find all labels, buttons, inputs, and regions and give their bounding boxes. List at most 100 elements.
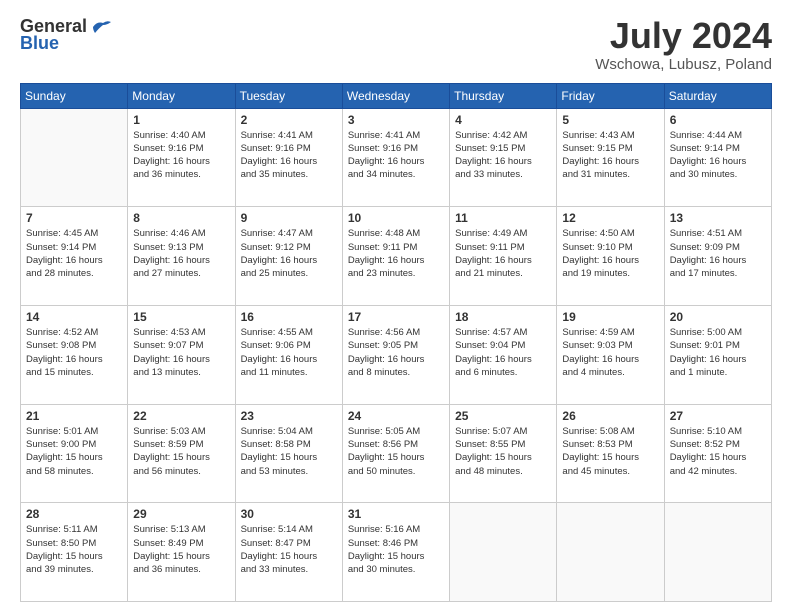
title-block: July 2024 Wschowa, Lubusz, Poland <box>595 16 772 73</box>
cell-info: Sunrise: 4:41 AM Sunset: 9:16 PM Dayligh… <box>348 129 444 182</box>
page: General Blue July 2024 Wschowa, Lubusz, … <box>0 0 792 612</box>
table-cell: 19 Sunrise: 4:59 AM Sunset: 9:03 PM Dayli… <box>557 305 664 404</box>
week-row-2: 7 Sunrise: 4:45 AM Sunset: 9:14 PM Daylig… <box>21 207 772 306</box>
table-cell: 16 Sunrise: 4:55 AM Sunset: 9:06 PM Dayli… <box>235 305 342 404</box>
table-cell: 7 Sunrise: 4:45 AM Sunset: 9:14 PM Daylig… <box>21 207 128 306</box>
table-cell: 25Sunrise: 5:07 AM Sunset: 8:55 PM Dayli… <box>450 404 557 503</box>
table-cell: 13Sunrise: 4:51 AM Sunset: 9:09 PM Dayli… <box>664 207 771 306</box>
table-cell: 6Sunrise: 4:44 AM Sunset: 9:14 PM Daylig… <box>664 108 771 207</box>
header-sunday: Sunday <box>21 83 128 108</box>
table-cell: 18 Sunrise: 4:57 AM Sunset: 9:04 PM Dayli… <box>450 305 557 404</box>
logo: General Blue <box>20 16 113 54</box>
header-wednesday: Wednesday <box>342 83 449 108</box>
calendar-table: Sunday Monday Tuesday Wednesday Thursday… <box>20 83 772 602</box>
cell-info: Sunrise: 4:49 AM Sunset: 9:11 PM Dayligh… <box>455 227 551 280</box>
header-tuesday: Tuesday <box>235 83 342 108</box>
week-row-1: 1 Sunrise: 4:40 AM Sunset: 9:16 PM Daylig… <box>21 108 772 207</box>
day-number: 15 <box>133 310 229 324</box>
day-number: 14 <box>26 310 122 324</box>
day-number: 19 <box>562 310 658 324</box>
table-cell: 22 Sunrise: 5:03 AM Sunset: 8:59 PM Dayli… <box>128 404 235 503</box>
day-number: 27 <box>670 409 766 423</box>
table-cell: 21 Sunrise: 5:01 AM Sunset: 9:00 PM Dayli… <box>21 404 128 503</box>
cell-info: Sunrise: 5:08 AM Sunset: 8:53 PM Dayligh… <box>562 425 658 478</box>
cell-info: Sunrise: 5:10 AM Sunset: 8:52 PM Dayligh… <box>670 425 766 478</box>
day-number: 20 <box>670 310 766 324</box>
table-cell: 29 Sunrise: 5:13 AM Sunset: 8:49 PM Dayli… <box>128 503 235 602</box>
table-cell: 24Sunrise: 5:05 AM Sunset: 8:56 PM Dayli… <box>342 404 449 503</box>
table-cell: 12 Sunrise: 4:50 AM Sunset: 9:10 PM Dayli… <box>557 207 664 306</box>
table-cell: 31Sunrise: 5:16 AM Sunset: 8:46 PM Dayli… <box>342 503 449 602</box>
header-monday: Monday <box>128 83 235 108</box>
table-cell: 9Sunrise: 4:47 AM Sunset: 9:12 PM Daylig… <box>235 207 342 306</box>
day-number: 21 <box>26 409 122 423</box>
cell-info: Sunrise: 4:50 AM Sunset: 9:10 PM Dayligh… <box>562 227 658 280</box>
cell-info: Sunrise: 5:14 AM Sunset: 8:47 PM Dayligh… <box>241 523 337 576</box>
cell-info: Sunrise: 5:11 AM Sunset: 8:50 PM Dayligh… <box>26 523 122 576</box>
header-saturday: Saturday <box>664 83 771 108</box>
cell-info: Sunrise: 4:40 AM Sunset: 9:16 PM Dayligh… <box>133 129 229 182</box>
day-number: 8 <box>133 211 229 225</box>
cell-info: Sunrise: 5:03 AM Sunset: 8:59 PM Dayligh… <box>133 425 229 478</box>
table-cell: 5 Sunrise: 4:43 AM Sunset: 9:15 PM Daylig… <box>557 108 664 207</box>
table-cell: 3 Sunrise: 4:41 AM Sunset: 9:16 PM Daylig… <box>342 108 449 207</box>
day-number: 3 <box>348 113 444 127</box>
day-number: 13 <box>670 211 766 225</box>
day-number: 5 <box>562 113 658 127</box>
cell-info: Sunrise: 4:46 AM Sunset: 9:13 PM Dayligh… <box>133 227 229 280</box>
cell-info: Sunrise: 5:01 AM Sunset: 9:00 PM Dayligh… <box>26 425 122 478</box>
table-cell: 14Sunrise: 4:52 AM Sunset: 9:08 PM Dayli… <box>21 305 128 404</box>
day-number: 9 <box>241 211 337 225</box>
cell-info: Sunrise: 4:53 AM Sunset: 9:07 PM Dayligh… <box>133 326 229 379</box>
cell-info: Sunrise: 4:41 AM Sunset: 9:16 PM Dayligh… <box>241 129 337 182</box>
day-number: 7 <box>26 211 122 225</box>
cell-info: Sunrise: 4:43 AM Sunset: 9:15 PM Dayligh… <box>562 129 658 182</box>
table-cell: 23 Sunrise: 5:04 AM Sunset: 8:58 PM Dayli… <box>235 404 342 503</box>
cell-info: Sunrise: 4:57 AM Sunset: 9:04 PM Dayligh… <box>455 326 551 379</box>
logo-blue: Blue <box>20 33 59 54</box>
day-number: 11 <box>455 211 551 225</box>
day-number: 26 <box>562 409 658 423</box>
cell-info: Sunrise: 5:04 AM Sunset: 8:58 PM Dayligh… <box>241 425 337 478</box>
cell-info: Sunrise: 4:45 AM Sunset: 9:14 PM Dayligh… <box>26 227 122 280</box>
table-cell: 20Sunrise: 5:00 AM Sunset: 9:01 PM Dayli… <box>664 305 771 404</box>
cell-info: Sunrise: 4:59 AM Sunset: 9:03 PM Dayligh… <box>562 326 658 379</box>
week-row-5: 28 Sunrise: 5:11 AM Sunset: 8:50 PM Dayli… <box>21 503 772 602</box>
table-cell: 10Sunrise: 4:48 AM Sunset: 9:11 PM Dayli… <box>342 207 449 306</box>
day-number: 1 <box>133 113 229 127</box>
cell-info: Sunrise: 5:13 AM Sunset: 8:49 PM Dayligh… <box>133 523 229 576</box>
table-cell: 17 Sunrise: 4:56 AM Sunset: 9:05 PM Dayli… <box>342 305 449 404</box>
day-number: 16 <box>241 310 337 324</box>
day-number: 31 <box>348 507 444 521</box>
table-cell: 2 Sunrise: 4:41 AM Sunset: 9:16 PM Daylig… <box>235 108 342 207</box>
table-cell: 1 Sunrise: 4:40 AM Sunset: 9:16 PM Daylig… <box>128 108 235 207</box>
cell-info: Sunrise: 4:42 AM Sunset: 9:15 PM Dayligh… <box>455 129 551 182</box>
week-row-4: 21 Sunrise: 5:01 AM Sunset: 9:00 PM Dayli… <box>21 404 772 503</box>
header-friday: Friday <box>557 83 664 108</box>
table-cell: 15 Sunrise: 4:53 AM Sunset: 9:07 PM Dayli… <box>128 305 235 404</box>
table-cell <box>664 503 771 602</box>
cell-info: Sunrise: 4:56 AM Sunset: 9:05 PM Dayligh… <box>348 326 444 379</box>
table-cell: 11 Sunrise: 4:49 AM Sunset: 9:11 PM Dayli… <box>450 207 557 306</box>
day-number: 6 <box>670 113 766 127</box>
day-number: 2 <box>241 113 337 127</box>
day-number: 23 <box>241 409 337 423</box>
day-number: 17 <box>348 310 444 324</box>
day-number: 28 <box>26 507 122 521</box>
title-month: July 2024 <box>595 16 772 56</box>
day-number: 22 <box>133 409 229 423</box>
logo-bird-icon <box>91 19 113 35</box>
day-number: 12 <box>562 211 658 225</box>
table-cell: 27 Sunrise: 5:10 AM Sunset: 8:52 PM Dayli… <box>664 404 771 503</box>
day-number: 18 <box>455 310 551 324</box>
day-number: 30 <box>241 507 337 521</box>
header-thursday: Thursday <box>450 83 557 108</box>
table-cell: 4Sunrise: 4:42 AM Sunset: 9:15 PM Daylig… <box>450 108 557 207</box>
cell-info: Sunrise: 4:55 AM Sunset: 9:06 PM Dayligh… <box>241 326 337 379</box>
week-row-3: 14Sunrise: 4:52 AM Sunset: 9:08 PM Dayli… <box>21 305 772 404</box>
day-number: 29 <box>133 507 229 521</box>
table-cell <box>21 108 128 207</box>
table-cell: 26 Sunrise: 5:08 AM Sunset: 8:53 PM Dayli… <box>557 404 664 503</box>
table-cell <box>450 503 557 602</box>
day-number: 24 <box>348 409 444 423</box>
